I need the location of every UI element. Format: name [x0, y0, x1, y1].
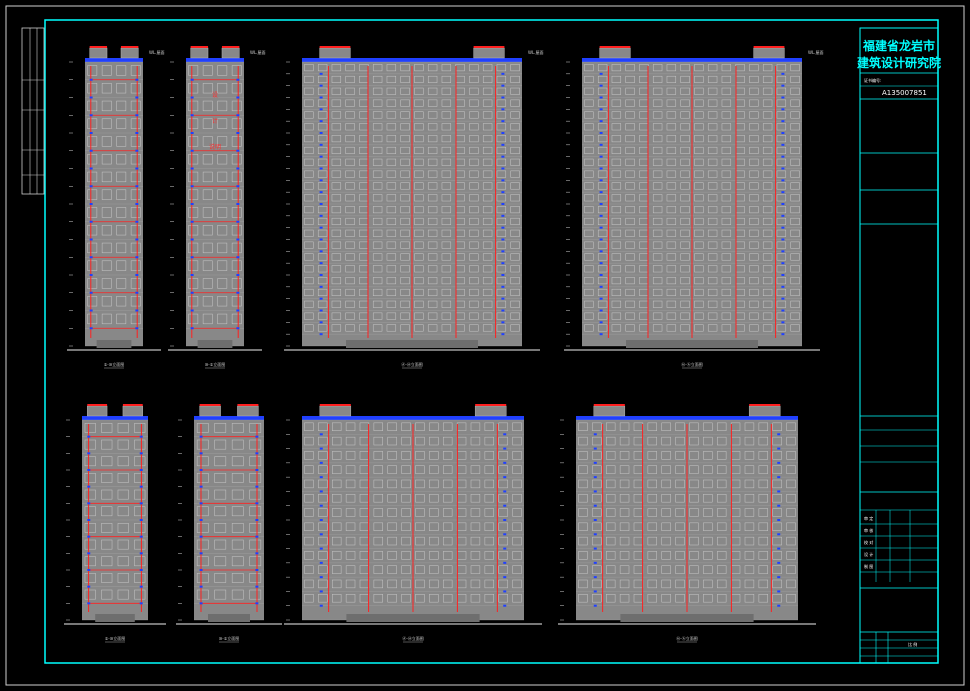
podium-base [95, 614, 135, 622]
cert-label: 证书编号: [864, 77, 881, 83]
signature-row-label: 设 计 [864, 551, 873, 557]
signature-row-label: 审 定 [864, 515, 873, 521]
roof-cap [593, 404, 625, 406]
podium-base [346, 614, 480, 622]
signature-row-label: 制 图 [864, 563, 873, 569]
roof-level-tag: WL.屋面 [250, 49, 265, 55]
scale-label: 比 例 [908, 641, 917, 647]
level-ticks [66, 419, 70, 621]
roof-cap [237, 404, 259, 406]
roof-cap [599, 46, 631, 48]
roof-parapet [582, 58, 802, 62]
roof-level-tag: WL.屋面 [808, 49, 823, 55]
roof-cap [89, 46, 108, 48]
roof-machine-room [599, 47, 631, 59]
roof-cap [190, 46, 209, 48]
roof-machine-room [89, 47, 108, 59]
elevation-caption: ①-⑩立面图 [105, 635, 126, 641]
roof-cap [475, 404, 507, 406]
roof-cap [749, 404, 781, 406]
title-block: 福建省龙岩市 建筑设计研究院 证书编号: A135007851 审 定审 核校 … [856, 27, 941, 664]
red-annotation: 计 [212, 117, 218, 125]
roof-cap [221, 46, 240, 48]
level-ticks [286, 61, 290, 347]
elevation-caption: ⑩-①立面图 [219, 635, 240, 641]
cert-number: A135007851 [882, 89, 927, 97]
roof-cap [753, 46, 785, 48]
roof-machine-room [474, 405, 507, 417]
podium-base [208, 614, 250, 622]
roof-parapet [302, 416, 524, 420]
roof-cap [319, 46, 351, 48]
elevation-3: Ⓐ-Ⓜ立面图 WL.屋面 [284, 46, 543, 369]
roof-machine-room [221, 47, 240, 59]
elevation-caption: ⑩-①立面图 [205, 361, 226, 367]
roof-parapet [194, 416, 264, 420]
elevation-1: ①-⑩立面图 WL.屋面 [67, 46, 164, 369]
podium-base [197, 340, 233, 348]
roof-cap [122, 404, 143, 406]
roof-machine-room [199, 405, 221, 417]
roof-machine-room [319, 405, 352, 417]
roof-cap [319, 404, 351, 406]
elevation-4: Ⓜ-Ⓐ立面图 WL.屋面 [564, 46, 823, 369]
roof-parapet [576, 416, 798, 420]
roof-machine-room [473, 47, 505, 59]
level-ticks [566, 61, 570, 347]
roof-level-tag: WL.屋面 [528, 49, 543, 55]
podium-base [620, 614, 754, 622]
roof-machine-room [190, 47, 209, 59]
institute-name-line2: 建筑设计研究院 [856, 55, 941, 70]
elevation-caption: Ⓐ-Ⓜ立面图 [402, 635, 423, 641]
roof-machine-room [120, 47, 139, 59]
roof-cap [120, 46, 139, 48]
elevation-8: Ⓜ-Ⓐ立面图 [558, 404, 816, 643]
roof-cap [199, 404, 221, 406]
elevation-6: ⑩-①立面图 [176, 404, 282, 643]
elevation-2: ⑩-①立面图 WL.屋面设计说明 [168, 46, 265, 369]
roof-machine-room [87, 405, 108, 417]
roof-parapet [302, 58, 522, 62]
elevation-5: ①-⑩立面图 [64, 404, 166, 643]
signature-row-label: 审 核 [864, 527, 873, 533]
roof-parapet [82, 416, 148, 420]
level-ticks [178, 419, 182, 621]
podium-base [96, 340, 132, 348]
roof-machine-room [753, 47, 785, 59]
binding-strip [21, 27, 45, 195]
podium-base [346, 340, 478, 348]
elevation-caption: Ⓜ-Ⓐ立面图 [681, 361, 702, 367]
elevation-7: Ⓐ-Ⓜ立面图 [284, 404, 542, 643]
signature-rows: 审 定审 核校 对设 计制 图 [860, 510, 938, 582]
roof-machine-room [319, 47, 351, 59]
level-ticks [170, 61, 174, 347]
signature-row-label: 校 对 [864, 539, 873, 545]
red-annotation: 设 [212, 91, 218, 99]
roof-cap [87, 404, 108, 406]
red-annotation: 说明 [209, 143, 221, 151]
elevation-caption: Ⓜ-Ⓐ立面图 [676, 635, 697, 641]
elevation-caption: ①-⑩立面图 [104, 361, 125, 367]
level-ticks [286, 419, 290, 621]
elevation-caption: Ⓐ-Ⓜ立面图 [401, 361, 422, 367]
level-ticks [69, 61, 73, 347]
roof-machine-room [237, 405, 259, 417]
level-ticks [560, 419, 564, 621]
roof-cap [473, 46, 505, 48]
roof-parapet [85, 58, 143, 62]
podium-base [626, 340, 758, 348]
roof-machine-room [122, 405, 143, 417]
roof-machine-room [593, 405, 626, 417]
roof-parapet [186, 58, 244, 62]
drawing-sheet: 福建省龙岩市 建筑设计研究院 证书编号: A135007851 审 定审 核校 … [5, 5, 965, 686]
elevation-drawings: ①-⑩立面图WL.屋面⑩-①立面图WL.屋面设计说明Ⓐ-Ⓜ立面图WL.屋面Ⓜ-Ⓐ… [64, 46, 823, 643]
roof-level-tag: WL.屋面 [149, 49, 164, 55]
institute-name-line1: 福建省龙岩市 [862, 38, 935, 53]
roof-machine-room [748, 405, 781, 417]
